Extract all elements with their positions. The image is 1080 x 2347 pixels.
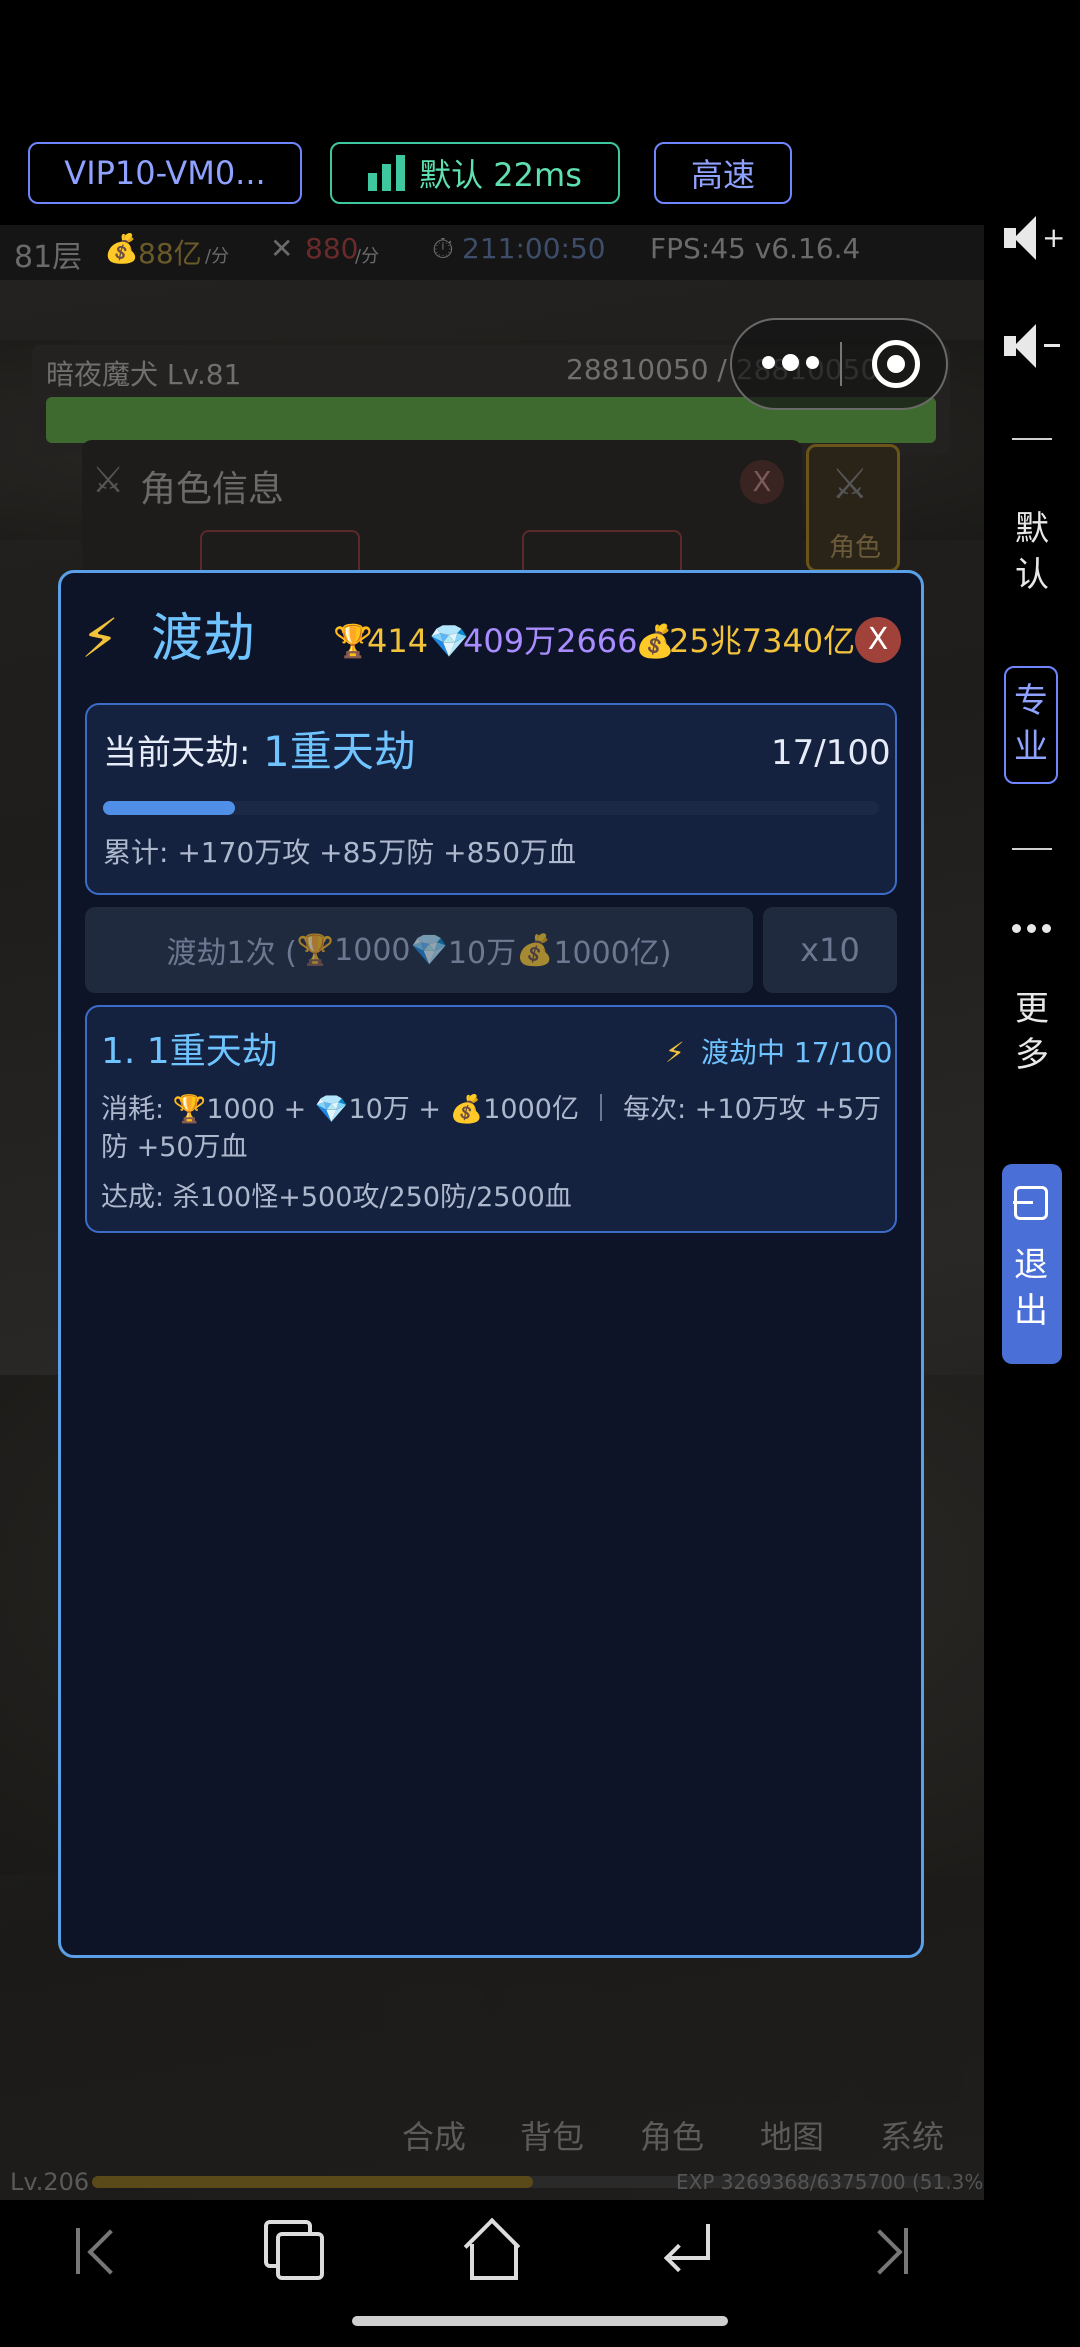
panel-close-label: X [867, 622, 889, 657]
character-tab[interactable]: ⚔ 角色 [806, 444, 900, 572]
previous-icon[interactable] [66, 2218, 136, 2288]
panel-title: 渡劫 [151, 609, 256, 669]
cross-x10-label: x10 [800, 931, 860, 969]
pro-mode-label: 专业 [1014, 681, 1048, 767]
character-info-panel: ⚔ 角色信息 X [82, 440, 802, 584]
miniprogram-capsule [730, 318, 948, 410]
stage-trophy-icon: 🏆 [172, 1094, 207, 1125]
menu-craft-label: 合成 [401, 2118, 466, 2156]
gold-icon: 💰 [104, 232, 139, 265]
character-info-title: 角色信息 [140, 469, 285, 510]
stage-cost: 消耗: 🏆1000 + 💎10万 + 💰1000亿 ｜ 每次: +10万攻 +5… [101, 1091, 885, 1167]
character-tab-label: 角色 [829, 533, 882, 563]
total-bonus: 累计: +170万攻 +85万防 +850万血 [103, 836, 577, 869]
close-target-icon[interactable] [872, 340, 920, 388]
cross-diamond-cost: 10万 [447, 936, 517, 971]
stage-card[interactable]: 1. 1重天劫 ⚡ 渡劫中 17/100 消耗: 🏆1000 + 💎10万 + … [85, 1005, 897, 1233]
vip-server-button[interactable]: VIP10-VM0... [28, 142, 302, 204]
recent-apps-icon[interactable] [258, 2218, 328, 2288]
exp-fill [92, 2176, 534, 2188]
progress-bar [103, 801, 879, 815]
network-label: 默认 22ms [419, 156, 582, 194]
signal-icon [368, 155, 406, 191]
gold-count: 25兆7340亿 [669, 622, 856, 660]
more-button[interactable]: 更多 [984, 986, 1080, 1078]
stage-gold-icon: 💰 [449, 1094, 484, 1125]
stage-cost-diamond: 10万 + [348, 1094, 450, 1125]
more-icon[interactable] [1012, 922, 1052, 936]
stage-cost-prefix: 消耗: [101, 1094, 173, 1125]
exit-label: 退出 [1014, 1245, 1048, 1331]
more-label: 更多 [1015, 989, 1049, 1075]
menu-character-button[interactable] [622, 1985, 722, 2103]
gold-rate: 88亿 [138, 237, 202, 270]
kill-rate-unit: /分 [355, 246, 380, 267]
cross-once-label: 渡劫1次 ( [166, 936, 297, 971]
current-label: 当前天劫: [103, 733, 251, 773]
timer-icon: ⏱ [432, 232, 454, 265]
stage-lightning-icon: ⚡ [665, 1036, 685, 1069]
menu-craft-button[interactable] [384, 1985, 484, 2103]
speed-label: 高速 [690, 156, 755, 194]
back-icon[interactable] [656, 2218, 726, 2288]
fps-label: FPS:45 v6.16.4 [650, 232, 861, 265]
volume-up-icon[interactable]: + [1004, 216, 1065, 260]
sidebar-divider [1012, 438, 1052, 440]
current-tribulation-card: 当前天劫: 1重天劫 17/100 累计: +170万攻 +85万防 +850万… [85, 703, 897, 895]
exp-text: EXP 3269368/6375700 (51.3%) [676, 2170, 992, 2194]
stage-diamond-icon: 💎 [314, 1094, 349, 1125]
cross-gold-cost: 1000亿) [553, 936, 672, 971]
vip-server-label: VIP10-VM0... [64, 154, 266, 192]
menu-map-button[interactable] [742, 1985, 842, 2103]
menu-character-label: 角色 [639, 2118, 704, 2156]
cross-diamond-icon: 💎 [410, 932, 448, 968]
diamond-count: 409万2666 [463, 622, 638, 660]
stage-status: 渡劫中 17/100 [701, 1036, 893, 1069]
lightning-icon: ⚡ [81, 607, 119, 670]
menu-system-button[interactable] [862, 1985, 962, 2103]
trophy-count: 414 [367, 622, 429, 660]
kill-icon: ✕ [270, 232, 294, 265]
cross-trophy-cost: 1000 [334, 932, 411, 968]
panel-close-button[interactable]: X [855, 617, 901, 663]
exit-button[interactable]: 退出 [1002, 1164, 1062, 1364]
player-level: Lv.206 [10, 2168, 90, 2196]
progress-text: 17/100 [771, 733, 891, 773]
sidebar-divider-2 [1012, 848, 1052, 850]
monster-name: 暗夜魔犬 Lv.81 [46, 358, 242, 391]
cross-gold-icon: 💰 [516, 932, 554, 968]
floor-label: 81层 [14, 240, 83, 275]
menu-bag-button[interactable] [502, 1985, 602, 2103]
default-mode-button[interactable]: 默认 [984, 506, 1080, 598]
stage-cost-trophy: 1000 + [206, 1094, 315, 1125]
game-timer: 211:00:50 [462, 232, 606, 265]
progress-fill [103, 801, 235, 815]
current-value: 1重天劫 [263, 727, 416, 776]
home-icon[interactable] [456, 2217, 526, 2288]
menu-system-label: 系统 [879, 2118, 944, 2156]
speed-button[interactable]: 高速 [654, 142, 792, 204]
stage-title: 1. 1重天劫 [101, 1031, 278, 1072]
tribulation-panel: ⚡ 渡劫 🏆 414 💎 409万2666 💰 25兆7340亿 X 当前天劫:… [58, 570, 924, 1958]
kill-rate: 880 [305, 232, 359, 265]
default-mode-label: 默认 [1015, 509, 1049, 595]
cross-x10-button[interactable]: x10 [763, 907, 897, 993]
character-info-close[interactable]: X [740, 460, 784, 504]
stage-reach: 达成: 杀100怪+500攻/250防/2500血 [101, 1182, 572, 1213]
volume-down-icon[interactable] [1004, 324, 1060, 368]
cross-once-button[interactable]: 渡劫1次 ( 🏆 1000 💎 10万 💰 1000亿) [85, 907, 753, 993]
crossed-swords-icon: ⚔ [831, 459, 869, 508]
cross-trophy-icon: 🏆 [296, 932, 335, 968]
exit-icon [1013, 1186, 1048, 1220]
gold-rate-unit: /分 [205, 246, 230, 267]
next-icon[interactable] [854, 2218, 924, 2288]
swords-icon: ⚔ [92, 460, 125, 501]
pro-mode-button[interactable]: 专业 [1004, 666, 1058, 784]
menu-bag-label: 背包 [519, 2118, 584, 2156]
network-button[interactable]: 默认 22ms [330, 142, 620, 204]
more-dots-icon[interactable] [762, 354, 822, 374]
menu-map-label: 地图 [759, 2118, 824, 2156]
home-indicator [352, 2316, 728, 2326]
